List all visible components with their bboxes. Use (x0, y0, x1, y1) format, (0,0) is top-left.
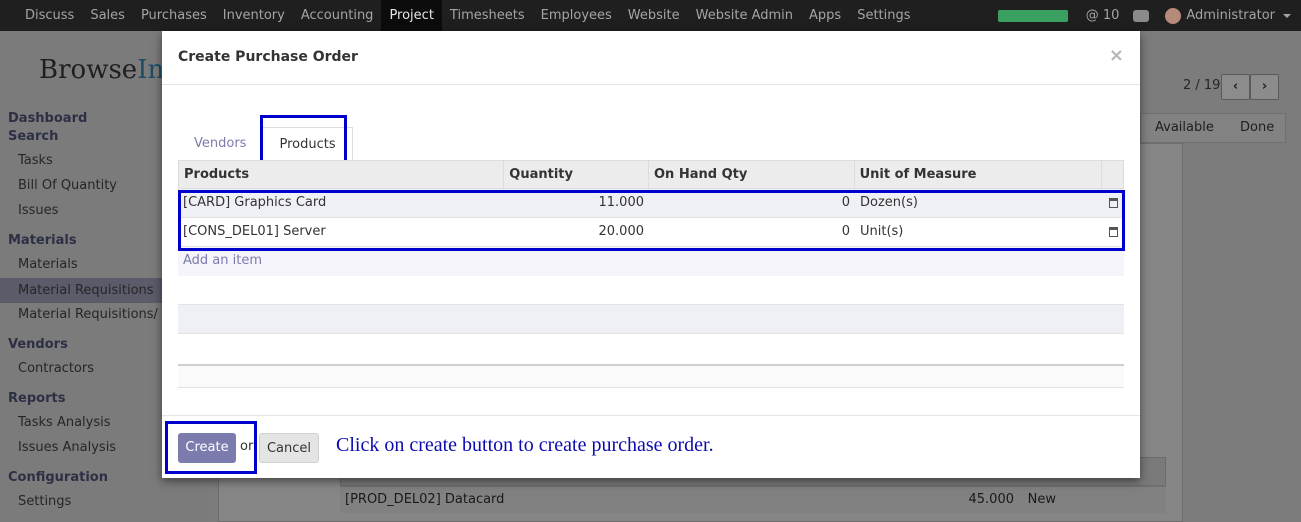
at-icon: @ (1085, 8, 1099, 23)
table-row[interactable]: [PROD_DEL02] Datacard 45.000 New (340, 486, 1166, 513)
menu-settings[interactable]: Settings (849, 0, 918, 31)
sidebar-item-tasks[interactable]: Tasks (18, 153, 53, 168)
pager-next-button[interactable]: › (1250, 74, 1279, 100)
chat-icon[interactable] (1133, 9, 1150, 22)
mentions-count: 10 (1102, 8, 1120, 23)
add-an-item-link[interactable]: Add an item (178, 247, 1124, 276)
sidebar-item-issues[interactable]: Issues (18, 203, 58, 218)
rows-highlight-box (178, 190, 1125, 251)
pager-value: 2 / 19 (1183, 78, 1221, 93)
sidebar-section-vendors[interactable]: Vendors (8, 337, 68, 352)
chevron-down-icon[interactable] (1283, 13, 1291, 18)
main-menu: Discuss Sales Purchases Inventory Accoun… (0, 0, 919, 31)
create-highlight-box (165, 421, 257, 474)
planner-progress-bar[interactable] (997, 9, 1068, 22)
tab-highlight-box (260, 115, 347, 163)
sidebar-item-contractors[interactable]: Contractors (18, 361, 94, 376)
column-delete (1102, 161, 1123, 189)
grid-footer (178, 364, 1124, 388)
menu-timesheets[interactable]: Timesheets (442, 0, 533, 31)
sidebar-section-dashboard[interactable]: Dashboard (8, 111, 87, 126)
empty-row (178, 305, 1124, 334)
sidebar-section-reports[interactable]: Reports (8, 391, 65, 406)
pager-previous-button[interactable]: ‹ (1221, 74, 1250, 100)
sidebar-item-material-requisitions-b[interactable]: Material Requisitions/ B... (18, 307, 183, 322)
company-logo: BrowseInf (39, 55, 174, 85)
menu-website[interactable]: Website (620, 0, 688, 31)
menu-purchases[interactable]: Purchases (133, 0, 215, 31)
bg-row-product: [PROD_DEL02] Datacard (345, 492, 505, 507)
tab-vendors[interactable]: Vendors (178, 127, 262, 161)
grid-header: Products Quantity On Hand Qty Unit of Me… (178, 160, 1124, 189)
menu-accounting[interactable]: Accounting (293, 0, 382, 31)
menu-employees[interactable]: Employees (533, 0, 620, 31)
menu-sales[interactable]: Sales (82, 0, 133, 31)
dialog-footer: Create or Cancel Click on create button … (162, 415, 1140, 478)
sidebar-section-materials[interactable]: Materials (8, 233, 77, 248)
instruction-annotation: Click on create button to create purchas… (336, 434, 714, 456)
sidebar-item-settings[interactable]: Settings (18, 494, 71, 509)
sidebar-item-issues-analysis[interactable]: Issues Analysis (18, 440, 116, 455)
sidebar-section-configuration[interactable]: Configuration (8, 470, 108, 485)
sidebar-item-bill-of-quantity[interactable]: Bill Of Quantity (18, 178, 117, 193)
cancel-button[interactable]: Cancel (259, 433, 319, 463)
dialog-header: Create Purchase Order × (162, 31, 1140, 85)
column-unit-of-measure[interactable]: Unit of Measure (855, 161, 1103, 189)
user-menu[interactable]: Administrator (1186, 8, 1275, 23)
create-purchase-order-dialog: Create Purchase Order × Vendors Products… (162, 31, 1140, 478)
systray: @ 10 Administrator (997, 0, 1301, 31)
sidebar-item-tasks-analysis[interactable]: Tasks Analysis (18, 415, 111, 430)
dialog-title: Create Purchase Order (178, 49, 358, 65)
menu-apps[interactable]: Apps (801, 0, 849, 31)
empty-row (178, 276, 1124, 305)
mentions-counter[interactable]: @ 10 (1086, 8, 1120, 23)
sidebar-item-materials[interactable]: Materials (18, 257, 78, 272)
bg-row-qty: 45.000 (968, 492, 1015, 507)
column-quantity[interactable]: Quantity (504, 161, 649, 189)
sidebar-section-search[interactable]: Search (8, 129, 58, 144)
avatar[interactable] (1165, 7, 1182, 24)
menu-inventory[interactable]: Inventory (215, 0, 293, 31)
status-done[interactable]: Done (1240, 120, 1274, 135)
close-icon[interactable]: × (1109, 45, 1124, 66)
bg-row-state: New (1027, 492, 1056, 507)
column-products[interactable]: Products (179, 161, 505, 189)
column-on-hand-qty[interactable]: On Hand Qty (649, 161, 855, 189)
menu-website-admin[interactable]: Website Admin (688, 0, 801, 31)
menu-project[interactable]: Project (381, 0, 442, 31)
menu-discuss[interactable]: Discuss (17, 0, 82, 31)
top-navbar: Discuss Sales Purchases Inventory Accoun… (0, 0, 1301, 31)
progress-fill (997, 9, 1068, 22)
status-available[interactable]: Available (1155, 120, 1214, 135)
